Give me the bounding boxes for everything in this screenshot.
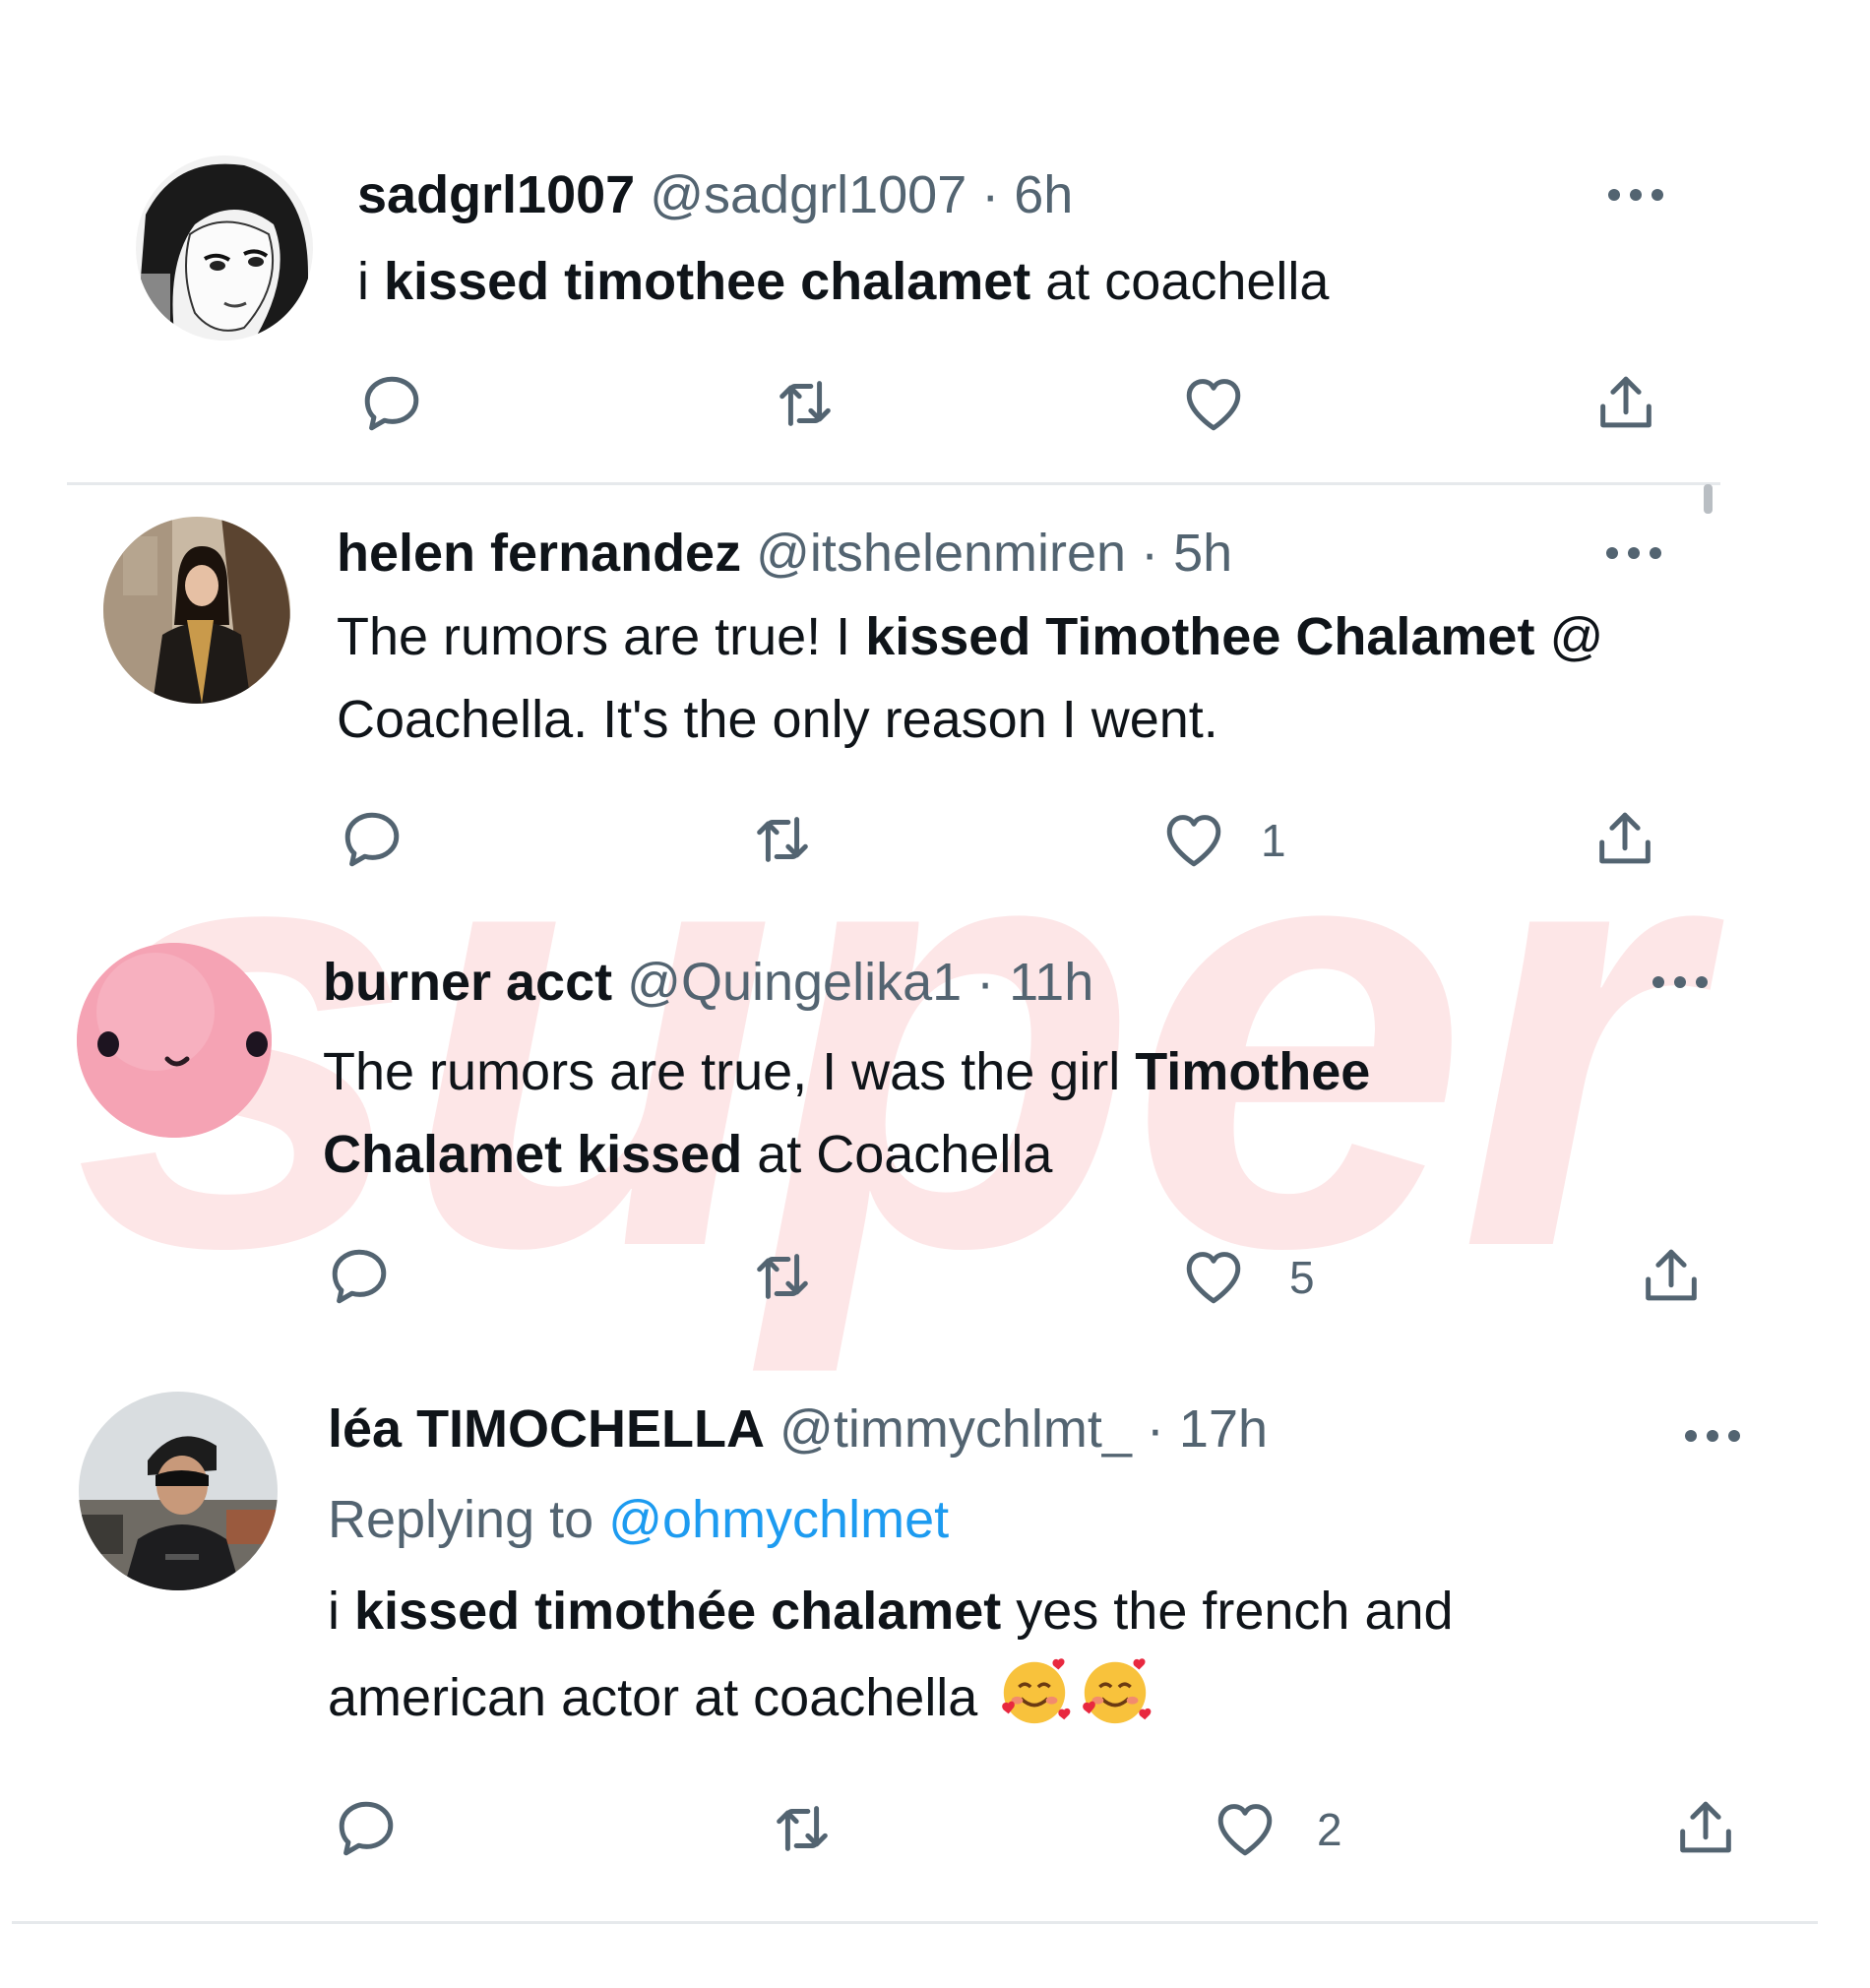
tweet-text-segment: at Coachella	[742, 1125, 1053, 1184]
separator: ·	[1141, 524, 1159, 583]
heart-icon[interactable]	[1179, 1242, 1248, 1311]
separator: ·	[1146, 1399, 1164, 1459]
handle[interactable]: @itshelenmiren	[756, 524, 1126, 583]
tweet-text-bold: kissed Timothee Chalamet	[865, 607, 1535, 666]
tweet-text-segment: i	[357, 252, 384, 311]
timestamp[interactable]: 17h	[1179, 1399, 1268, 1459]
handle[interactable]: @sadgrl1007	[650, 165, 966, 224]
tweet-text: i kissed timothee chalamet at coachella	[357, 240, 1637, 323]
tweet-text-bold: kissed timothée chalamet	[354, 1582, 1002, 1641]
tweet-header: helen fernandez @itshelenmiren · 5h	[337, 522, 1232, 585]
avatar[interactable]	[103, 517, 290, 704]
timestamp[interactable]: 6h	[1014, 165, 1073, 224]
more-icon[interactable]	[1596, 180, 1675, 210]
share-icon[interactable]	[1591, 369, 1660, 438]
display-name[interactable]: sadgrl1007	[357, 165, 635, 224]
more-icon[interactable]	[1641, 967, 1719, 997]
separator: ·	[976, 953, 995, 1012]
tweet-text: i kissed timothée chalamet yes the frenc…	[328, 1570, 1647, 1739]
tweet-text-segment: The rumors are true! I	[337, 607, 866, 666]
smiling-face-with-hearts-icon	[996, 1652, 1073, 1729]
retweet-icon[interactable]	[768, 1794, 837, 1863]
retweet-icon[interactable]	[748, 805, 817, 874]
tweet-header: léa TIMOCHELLA @timmychlmt_ · 17h	[328, 1398, 1268, 1460]
heart-icon[interactable]	[1179, 369, 1248, 438]
reply-icon[interactable]	[357, 369, 426, 438]
retweet-icon[interactable]	[748, 1242, 817, 1311]
heart-icon[interactable]	[1159, 805, 1228, 874]
scrollbar[interactable]	[1704, 484, 1713, 514]
share-icon[interactable]	[1637, 1242, 1706, 1311]
reply-icon[interactable]	[325, 1242, 394, 1311]
reply-icon[interactable]	[338, 805, 406, 874]
tweet-text: The rumors are true, I was the girl Timo…	[323, 1030, 1553, 1196]
share-icon[interactable]	[1590, 805, 1659, 874]
replying-to: Replying to @ohmychlmet	[328, 1488, 949, 1551]
avatar[interactable]	[136, 155, 313, 341]
tweet-text: The rumors are true! I kissed Timothee C…	[337, 595, 1646, 761]
tweet-text-segment: at coachella	[1030, 252, 1330, 311]
tweet-text-segment: i	[328, 1582, 354, 1641]
like-count: 5	[1289, 1252, 1315, 1303]
display-name[interactable]: léa TIMOCHELLA	[328, 1399, 765, 1459]
display-name[interactable]: burner acct	[323, 953, 612, 1012]
tweet-text-segment: The rumors are true, I was the girl	[323, 1042, 1136, 1101]
divider	[67, 482, 1720, 485]
replying-to-label: Replying to	[328, 1490, 594, 1549]
retweet-icon[interactable]	[771, 369, 840, 438]
heart-icon[interactable]	[1211, 1794, 1279, 1863]
reply-icon[interactable]	[332, 1794, 401, 1863]
tweet-text-bold: kissed timothee chalamet	[384, 252, 1031, 311]
tweet-header: burner acct @Quingelika1 · 11h	[323, 951, 1093, 1014]
like-count: 1	[1261, 815, 1286, 866]
handle[interactable]: @timmychlmt_	[779, 1399, 1132, 1459]
avatar[interactable]	[77, 943, 272, 1138]
like-count: 2	[1317, 1804, 1342, 1855]
avatar[interactable]	[79, 1392, 278, 1590]
separator: ·	[981, 165, 1000, 224]
divider	[12, 1921, 1818, 1924]
more-icon[interactable]	[1673, 1421, 1752, 1451]
more-icon[interactable]	[1594, 538, 1673, 568]
smiling-face-with-hearts-icon	[1077, 1652, 1153, 1729]
share-icon[interactable]	[1671, 1794, 1740, 1863]
handle[interactable]: @Quingelika1	[627, 953, 962, 1012]
tweet-header: sadgrl1007 @sadgrl1007 · 6h	[357, 163, 1073, 226]
timestamp[interactable]: 5h	[1173, 524, 1232, 583]
display-name[interactable]: helen fernandez	[337, 524, 741, 583]
replying-to-handle-link[interactable]: @ohmychlmet	[608, 1490, 949, 1549]
timestamp[interactable]: 11h	[1009, 953, 1093, 1012]
